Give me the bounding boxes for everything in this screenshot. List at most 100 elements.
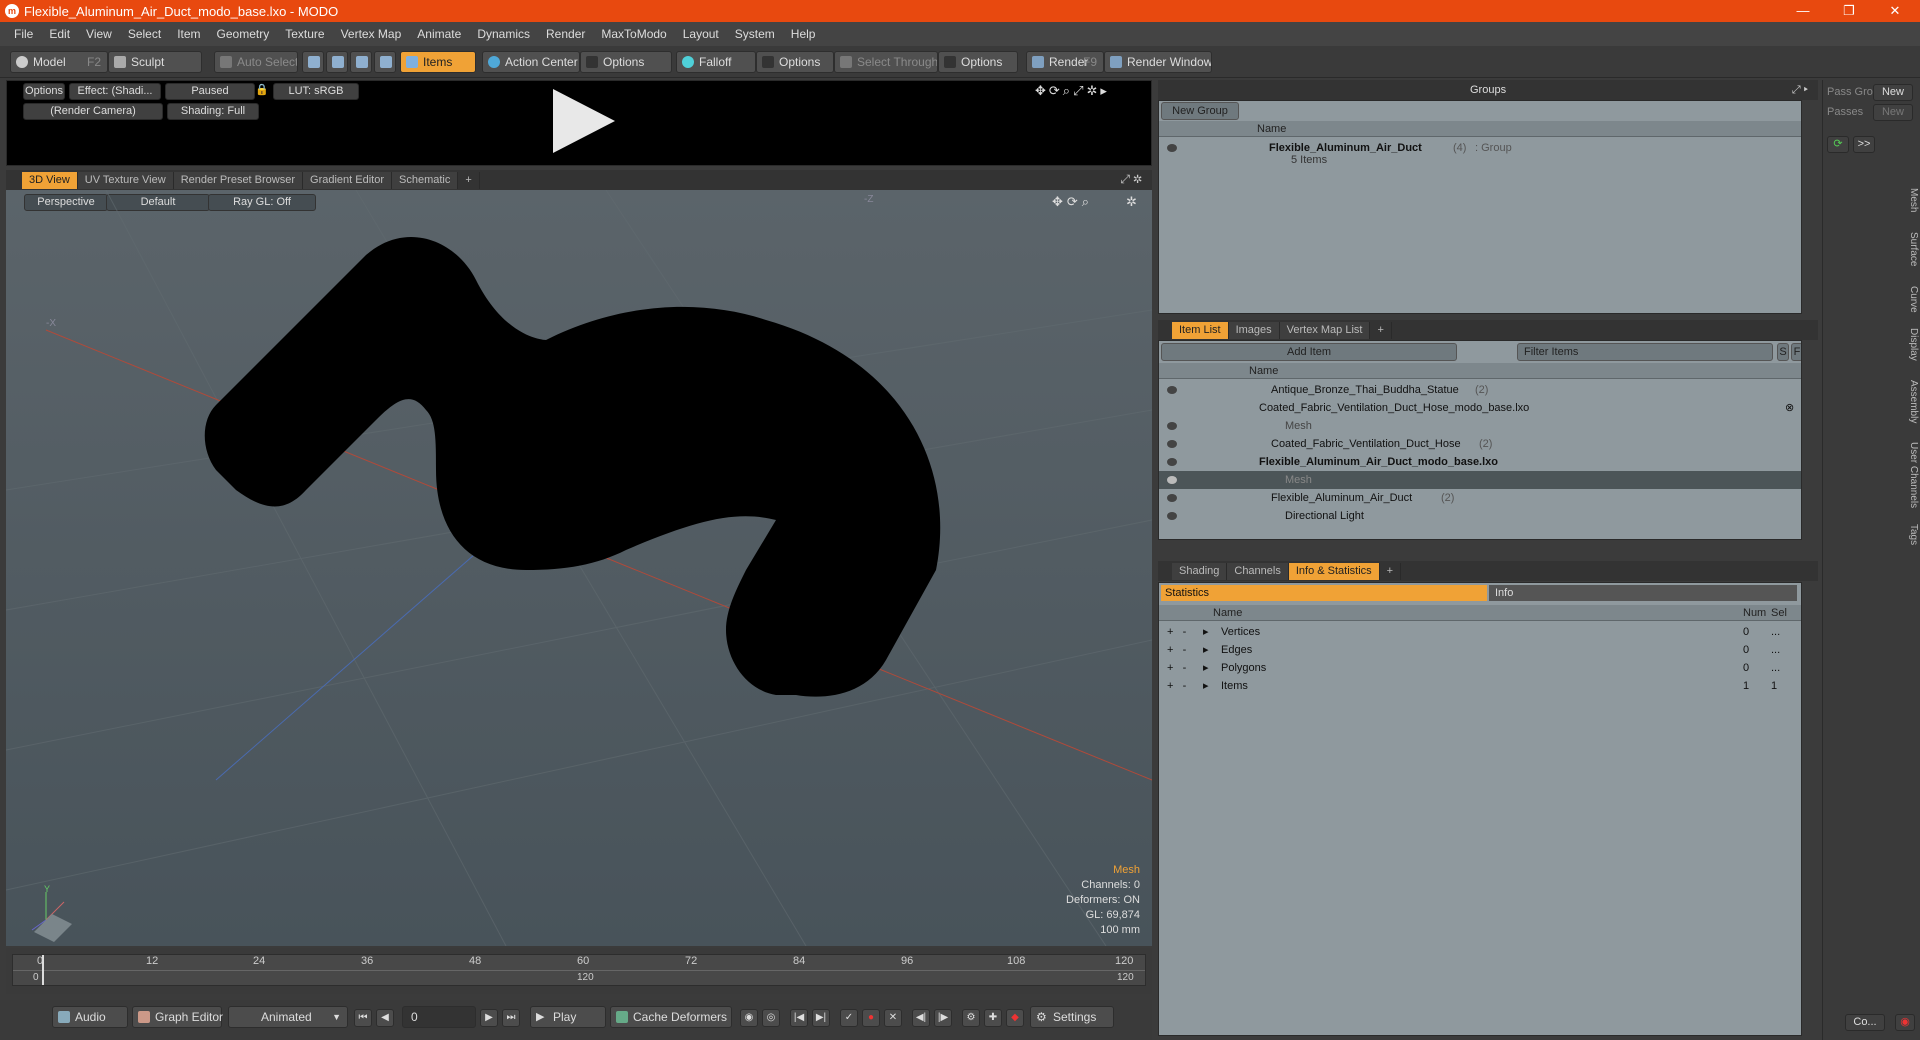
tab-channels[interactable]: Channels <box>1227 562 1289 580</box>
tab-3d-view[interactable]: 3D View <box>22 171 78 189</box>
expand-icon[interactable]: + - <box>1167 677 1186 695</box>
group-row[interactable]: Flexible_Aluminum_Air_Duct (4) : Group 5… <box>1159 139 1801 169</box>
frame-input[interactable]: 0 <box>402 1006 476 1028</box>
prev-keyframe-button[interactable]: ◀| <box>912 1009 930 1027</box>
audio-button[interactable]: Audio <box>52 1006 128 1028</box>
groups-maximize-icon[interactable]: ⤢ ▸ <box>1792 80 1808 100</box>
play-preview-icon[interactable] <box>553 89 615 153</box>
3d-viewport[interactable]: Perspective Default Ray GL: Off ✥⟳⌕ ✲ -X… <box>6 190 1152 946</box>
vertices-mode-button[interactable] <box>302 51 324 73</box>
menu-system[interactable]: System <box>727 27 783 41</box>
list-item[interactable]: Flexible_Aluminum_Air_Duct_modo_base.lxo <box>1159 453 1801 471</box>
expand-icon[interactable]: + - <box>1167 659 1186 677</box>
expand-arrow-icon[interactable]: ▸ <box>1203 677 1209 695</box>
playhead[interactable] <box>42 955 44 985</box>
auto-key-icon[interactable]: ◎ <box>762 1009 780 1027</box>
paused-button[interactable]: Paused <box>165 83 255 100</box>
sidetab-mesh[interactable]: Mesh <box>1899 188 1919 212</box>
list-item[interactable]: Coated_Fabric_Ventilation_Duct_Hose_modo… <box>1159 399 1801 417</box>
visibility-icon[interactable] <box>1167 422 1177 430</box>
menu-dynamics[interactable]: Dynamics <box>469 27 538 41</box>
graph-editor-button[interactable]: Graph Editor <box>132 1006 223 1028</box>
command-button[interactable]: Co... <box>1845 1014 1885 1031</box>
visibility-icon[interactable] <box>1167 512 1177 520</box>
list-item-selected[interactable]: Mesh <box>1159 471 1801 489</box>
select-through-options-button[interactable]: Options <box>938 51 1018 73</box>
filter-items-input[interactable]: Filter Items <box>1517 343 1773 361</box>
model-mode-button[interactable]: Model F2 <box>10 51 108 73</box>
timeline-ruler[interactable]: 0 12 24 36 48 60 72 84 96 108 120 0 120 … <box>12 954 1146 986</box>
delete-key-icon[interactable]: ✕ <box>884 1009 902 1027</box>
first-frame-button[interactable]: ⏮ <box>354 1009 372 1027</box>
menu-file[interactable]: File <box>6 27 41 41</box>
polygons-mode-button[interactable] <box>350 51 372 73</box>
falloff-button[interactable]: Falloff <box>676 51 756 73</box>
menu-item[interactable]: Item <box>169 27 208 41</box>
tab-uv-texture-view[interactable]: UV Texture View <box>77 171 174 189</box>
visibility-icon[interactable] <box>1167 494 1177 502</box>
tab-images[interactable]: Images <box>1228 321 1280 339</box>
tab-gradient-editor[interactable]: Gradient Editor <box>303 171 392 189</box>
s-button[interactable]: S <box>1777 343 1789 361</box>
new-pass-button[interactable]: New <box>1873 104 1913 121</box>
lock-icon[interactable]: 🔒 <box>255 83 269 100</box>
menu-select[interactable]: Select <box>120 27 169 41</box>
keyframe-remove-icon[interactable]: ◆ <box>1006 1009 1024 1027</box>
list-item[interactable]: Directional Light <box>1159 507 1801 525</box>
lut-dropdown[interactable]: LUT: sRGB <box>273 83 359 100</box>
refresh-icon[interactable]: ⟳ <box>1827 136 1849 153</box>
items-mode-button[interactable]: Items <box>400 51 476 73</box>
next-key-button[interactable]: ▶| <box>812 1009 830 1027</box>
select-through-button[interactable]: Select Through <box>834 51 938 73</box>
record-icon[interactable]: ● <box>862 1009 880 1027</box>
next-frame-button[interactable]: ▶ <box>480 1009 498 1027</box>
sculpt-mode-button[interactable]: Sculpt <box>108 51 202 73</box>
visibility-icon[interactable] <box>1167 144 1177 152</box>
menu-vertex-map[interactable]: Vertex Map <box>333 27 410 41</box>
timeline[interactable]: 0 12 24 36 48 60 72 84 96 108 120 0 120 … <box>6 948 1152 994</box>
preview-options-button[interactable]: Options <box>23 83 65 100</box>
menu-edit[interactable]: Edit <box>41 27 78 41</box>
prev-frame-button[interactable]: ◀ <box>376 1009 394 1027</box>
add-item-button[interactable]: Add Item <box>1161 343 1457 361</box>
expand-button[interactable]: >> <box>1853 136 1875 153</box>
edges-mode-button[interactable] <box>326 51 348 73</box>
sidetab-surface[interactable]: Surface <box>1899 232 1919 266</box>
info-tab[interactable]: Info <box>1489 585 1797 601</box>
next-keyframe-button[interactable]: |▶ <box>934 1009 952 1027</box>
play-button[interactable]: ▶ Play <box>530 1006 606 1028</box>
tab-info-statistics[interactable]: Info & Statistics <box>1288 562 1380 580</box>
cache-deformers-button[interactable]: Cache Deformers <box>610 1006 732 1028</box>
list-item[interactable]: Flexible_Aluminum_Air_Duct (2) <box>1159 489 1801 507</box>
close-icon[interactable]: ⊗ <box>1785 399 1794 417</box>
menu-maxtomodo[interactable]: MaxToModo <box>593 27 674 41</box>
tab-schematic[interactable]: Schematic <box>392 171 459 189</box>
stat-row[interactable]: + - ▸ Edges 0... <box>1159 641 1801 659</box>
expand-arrow-icon[interactable]: ▸ <box>1203 659 1209 677</box>
render-button[interactable]: Render F9 <box>1026 51 1104 73</box>
add-tab-button[interactable]: + <box>1380 562 1402 580</box>
menu-animate[interactable]: Animate <box>409 27 469 41</box>
f-button[interactable]: F <box>1791 343 1801 361</box>
render-window-button[interactable]: Render Window <box>1104 51 1212 73</box>
sidetab-user-channels[interactable]: User Channels <box>1899 442 1919 508</box>
tab-vertex-map-list[interactable]: Vertex Map List <box>1279 321 1371 339</box>
action-center-options-button[interactable]: Options <box>580 51 672 73</box>
visibility-icon[interactable] <box>1167 440 1177 448</box>
tab-shading[interactable]: Shading <box>1172 562 1228 580</box>
stat-row[interactable]: + - ▸ Polygons 0... <box>1159 659 1801 677</box>
statistics-tab[interactable]: Statistics <box>1161 585 1487 601</box>
new-group-button[interactable]: New Group <box>1161 102 1239 120</box>
action-center-button[interactable]: Action Center <box>482 51 580 73</box>
new-pass-group-button[interactable]: New <box>1873 84 1913 101</box>
tab-item-list[interactable]: Item List <box>1172 321 1229 339</box>
last-frame-button[interactable]: ⏭ <box>502 1009 520 1027</box>
effect-dropdown[interactable]: Effect: (Shadi... <box>69 83 161 100</box>
expand-icon[interactable]: + - <box>1167 623 1186 641</box>
expand-arrow-icon[interactable]: ▸ <box>1203 641 1209 659</box>
shading-dropdown[interactable]: Shading: Full <box>167 103 259 120</box>
menu-render[interactable]: Render <box>538 27 593 41</box>
maximize-button[interactable]: ❐ <box>1826 0 1872 22</box>
add-tab-button[interactable]: + <box>1370 321 1392 339</box>
falloff-options-button[interactable]: Options <box>756 51 834 73</box>
